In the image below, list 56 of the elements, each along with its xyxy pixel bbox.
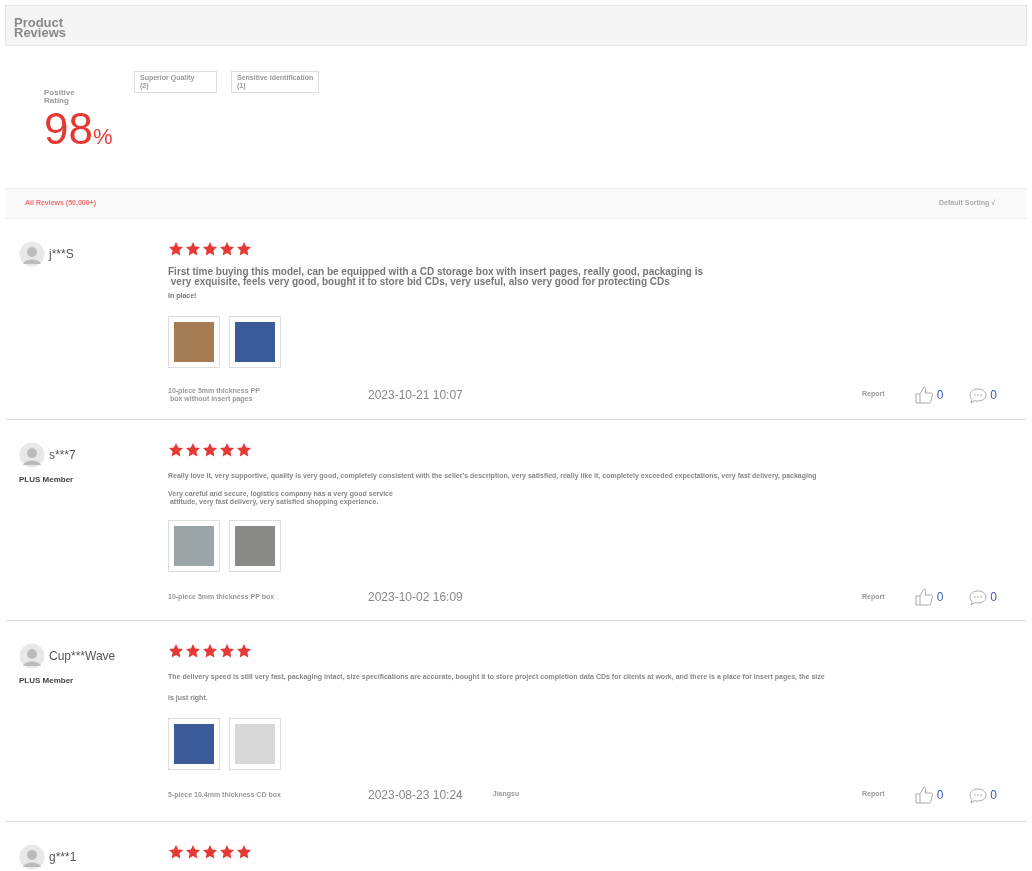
star-icon — [219, 844, 235, 860]
star-icon — [219, 643, 235, 659]
like-button[interactable]: 0 — [914, 785, 944, 804]
star-icon — [185, 241, 201, 257]
thumbs-up-icon — [914, 385, 934, 404]
avatar-icon — [19, 241, 45, 267]
username: j***S — [49, 246, 74, 263]
star-icon — [202, 442, 218, 458]
avatar-icon — [19, 442, 45, 468]
star-icon — [168, 442, 184, 458]
member-label: PLUS Member — [19, 474, 75, 486]
star-icon — [202, 844, 218, 860]
photo-thumbnail[interactable] — [229, 315, 281, 368]
star-icon — [168, 643, 184, 659]
comment-button[interactable]: 0 — [969, 385, 997, 404]
star-icon — [236, 844, 252, 860]
review-text: First time buying this model, can be equipped with a CD storage box with insert pages, really good, packaging is very exquisite, feels very good, bought it to store bid CDs, very useful, also very good for protecting CDs — [168, 267, 705, 287]
comment-icon — [969, 589, 988, 606]
photo-thumbnail[interactable] — [168, 315, 220, 368]
star-icon — [168, 844, 184, 860]
comment-button[interactable]: 0 — [969, 785, 997, 804]
username: s***7 — [49, 447, 76, 464]
review-date: 2023-10-21 10:07 — [368, 386, 463, 404]
star-icon — [185, 844, 201, 860]
thumbs-up-icon — [914, 588, 934, 606]
rating-unit: % — [92, 124, 113, 151]
star-icon — [168, 241, 184, 257]
photo-thumbnail[interactable] — [229, 520, 281, 572]
star-icon — [219, 241, 235, 257]
like-button[interactable]: 0 — [914, 385, 944, 404]
star-icon — [219, 442, 235, 458]
rating-label: Positive Rating — [44, 89, 76, 105]
star-icon — [236, 643, 252, 659]
avatar-icon — [19, 844, 45, 870]
avatar-icon — [19, 643, 45, 669]
star-icon — [236, 241, 252, 257]
page-title: Product Reviews — [14, 18, 68, 38]
star-icon — [236, 442, 252, 458]
comment-icon — [969, 786, 988, 804]
username: g***1 — [49, 849, 77, 866]
star-icon — [185, 643, 201, 659]
comment-icon — [969, 386, 988, 404]
photo-thumbnail[interactable] — [168, 717, 220, 770]
photo-thumbnail[interactable] — [229, 717, 281, 770]
review-date: 2023-08-23 10:24 — [368, 786, 463, 804]
comment-button[interactable]: 0 — [969, 588, 997, 606]
rating-value: 98 — [44, 107, 93, 151]
star-icon — [202, 643, 218, 659]
username: Cup***Wave — [49, 648, 116, 665]
star-icon — [202, 241, 218, 257]
member-label: PLUS Member — [19, 675, 75, 687]
photo-thumbnail[interactable] — [168, 520, 220, 572]
star-icon — [185, 442, 201, 458]
thumbs-up-icon — [914, 785, 934, 804]
like-button[interactable]: 0 — [914, 588, 944, 606]
review-date: 2023-10-02 16:09 — [368, 589, 463, 606]
